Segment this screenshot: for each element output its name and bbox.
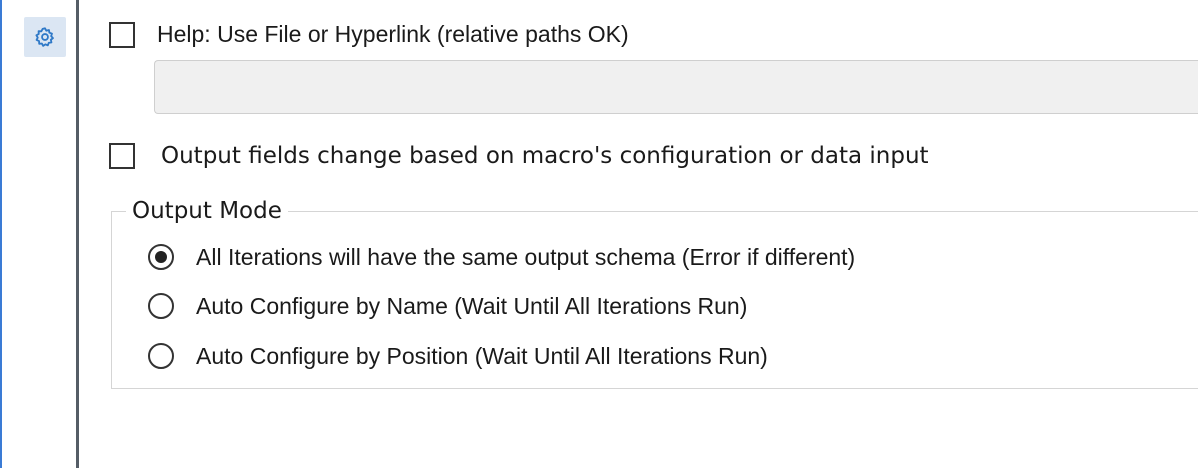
radio-auto-configure-name-label: Auto Configure by Name (Wait Until All I… (196, 293, 748, 319)
radio-auto-configure-position[interactable] (148, 343, 174, 369)
output-fields-checkbox-label: Output fields change based on macro's co… (161, 143, 929, 169)
help-checkbox-label: Help: Use File or Hyperlink (relative pa… (157, 21, 629, 47)
help-path-input[interactable] (154, 60, 1198, 114)
macro-interface-designer: Help: Use File or Hyperlink (relative pa… (0, 0, 1198, 468)
gear-icon (34, 26, 56, 48)
radio-same-schema[interactable] (148, 244, 174, 270)
radio-auto-configure-position-label: Auto Configure by Position (Wait Until A… (196, 343, 768, 369)
radio-auto-configure-name[interactable] (148, 293, 174, 319)
properties-panel: Help: Use File or Hyperlink (relative pa… (79, 0, 1198, 468)
icon-rail (2, 0, 76, 468)
properties-tab[interactable] (24, 17, 66, 57)
radio-selected-dot (155, 251, 167, 263)
help-checkbox[interactable] (109, 22, 135, 48)
output-fields-checkbox[interactable] (109, 143, 135, 169)
radio-same-schema-label: All Iterations will have the same output… (196, 244, 856, 270)
output-mode-legend: Output Mode (126, 197, 288, 225)
